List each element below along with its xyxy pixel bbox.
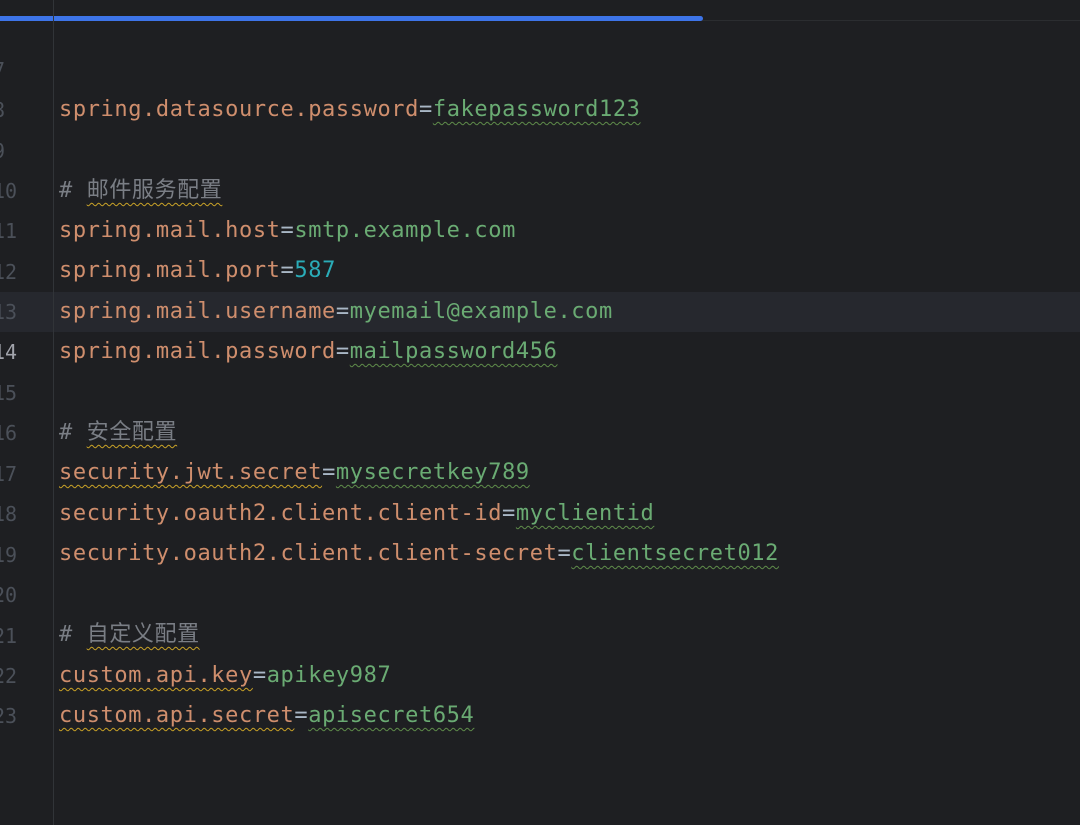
- code-line[interactable]: 11 spring.mail.port=587: [0, 171, 1080, 283]
- code-line[interactable]: 20 # 自定义配置: [0, 535, 1080, 647]
- code-editor[interactable]: 7 spring.datasource.password=fakepasswor…: [0, 0, 1080, 825]
- code-line[interactable]: 12 spring.mail.username=myemail@example.…: [0, 212, 1080, 324]
- line-number: 23: [0, 704, 18, 728]
- code-line[interactable]: 9 # 邮件服务配置: [0, 91, 1080, 203]
- code-line[interactable]: 13 spring.mail.password=mailpassword456: [0, 252, 1080, 364]
- code-line[interactable]: 7 spring.datasource.password=fakepasswor…: [0, 10, 1080, 122]
- code-line[interactable]: 17 security.oauth2.client.client-id=mycl…: [0, 414, 1080, 526]
- code-line-current[interactable]: 14: [0, 292, 1080, 364]
- code-line[interactable]: 8: [0, 50, 1080, 122]
- equals-sign: =: [294, 703, 309, 728]
- property-value: apisecret654: [308, 703, 475, 728]
- property-key: custom.api.secret: [59, 703, 295, 728]
- code-line[interactable]: 22 custom.api.secret=apisecret654: [0, 616, 1080, 728]
- property-line: custom.api.secret=apisecret654: [59, 696, 474, 736]
- code-line[interactable]: 23: [0, 656, 1080, 728]
- code-line[interactable]: 19: [0, 495, 1080, 567]
- code-line[interactable]: 10 spring.mail.host=smtp.example.com: [0, 131, 1080, 243]
- code-line[interactable]: 21 custom.api.key=apikey987: [0, 576, 1080, 688]
- code-line[interactable]: 18 security.oauth2.client.client-secret=…: [0, 454, 1080, 566]
- code-line[interactable]: 15 # 安全配置: [0, 333, 1080, 445]
- code-line[interactable]: 16 security.jwt.secret=mysecretkey789: [0, 373, 1080, 485]
